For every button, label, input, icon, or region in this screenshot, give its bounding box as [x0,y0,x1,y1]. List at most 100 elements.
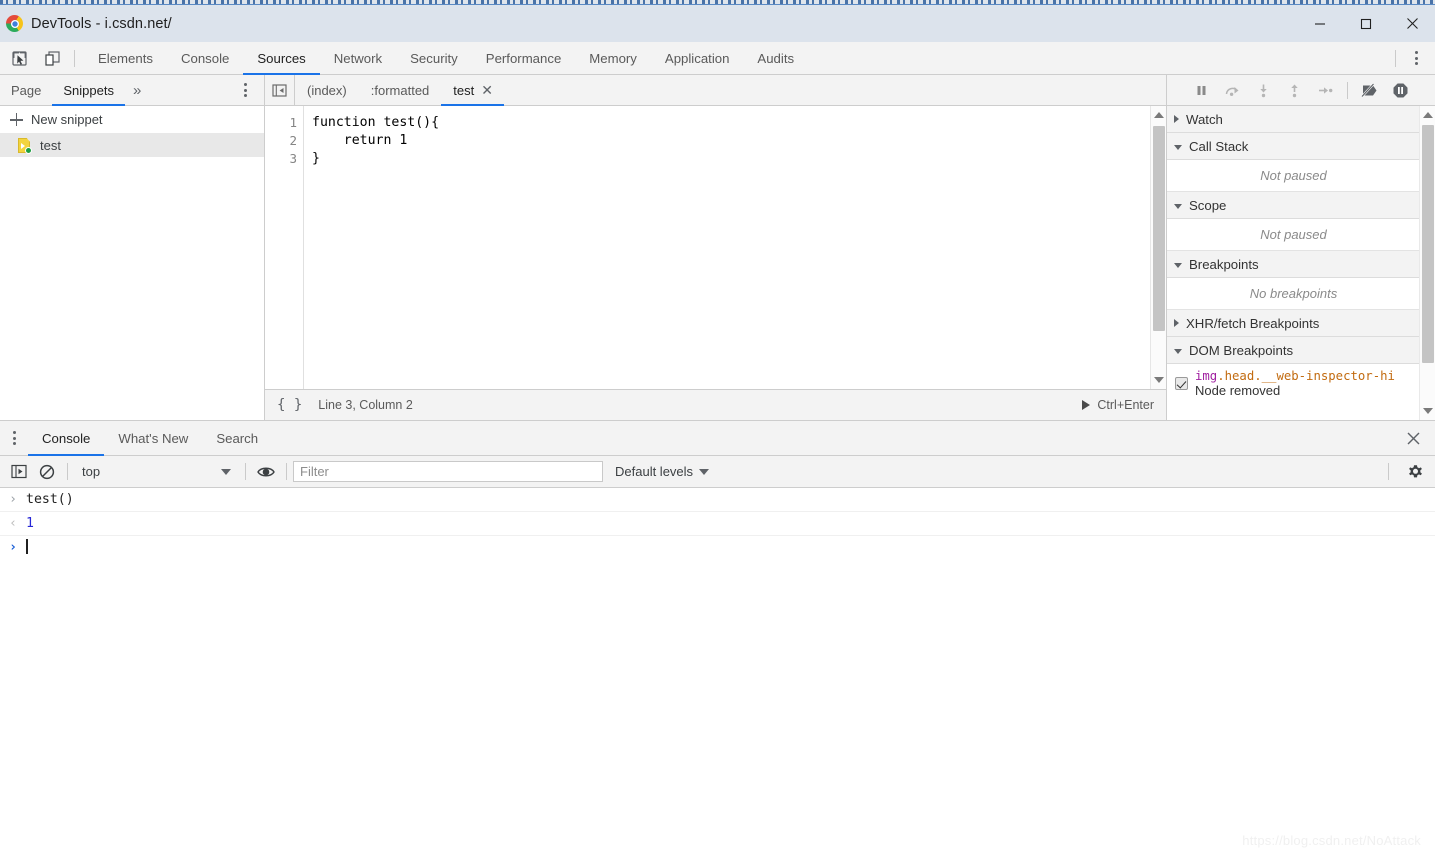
line-number: 2 [289,133,297,148]
console-settings-gear-icon[interactable] [1395,458,1435,486]
scrollbar-thumb[interactable] [1422,125,1434,363]
debugger-section-xhr-fetch-breakpoints[interactable]: XHR/fetch Breakpoints [1167,310,1420,337]
navigator-more-tabs-icon[interactable]: » [125,75,149,106]
navigator-more-options-icon[interactable] [234,77,256,103]
console-prompt-input[interactable] [26,538,28,557]
editor-tabbar: (index) :formatted test ✕ [265,74,1166,106]
debugger-section-dom-breakpoints[interactable]: DOM Breakpoints [1167,337,1420,364]
pretty-print-icon[interactable]: { } [277,397,302,413]
line-number: 1 [289,115,297,130]
step-over-next-function-call-icon[interactable] [1218,76,1247,105]
console-context-selector[interactable]: top [74,461,239,483]
pause-on-exceptions-icon[interactable] [1386,76,1415,105]
scrollbar-thumb[interactable] [1153,126,1165,331]
editor-vertical-scrollbar[interactable] [1150,106,1166,389]
console-prompt-arrow-icon: › [9,540,17,555]
editor-tab-index-label: (index) [307,82,347,98]
snippet-list-item[interactable]: test [0,134,264,157]
plus-icon [10,113,23,126]
text-caret [26,539,28,554]
navigator-tab-snippets[interactable]: Snippets [52,75,125,106]
console-toolbar-divider-4 [1388,463,1389,480]
javascript-snippet-icon [18,138,32,154]
scope-empty-message: Not paused [1167,219,1420,251]
line-number-gutter: 1 2 3 [265,106,304,389]
console-toolbar-divider-3 [286,463,287,480]
drawer-more-options-icon[interactable] [0,421,28,456]
drawer-tabbar: Console What's New Search [0,421,1435,456]
chevron-right-icon [1174,115,1179,123]
code-editor-content[interactable]: 1 2 3 function test(){ return 1 } [265,106,1166,389]
console-message-input: › test() [0,488,1435,512]
tab-performance[interactable]: Performance [472,42,576,75]
tab-sources[interactable]: Sources [243,42,321,75]
debugger-section-call-stack[interactable]: Call Stack [1167,133,1420,160]
console-toolbar-divider [67,463,68,480]
more-options-icon[interactable] [1405,45,1427,71]
drawer-tab-console[interactable]: Console [28,421,105,456]
editor-status-bar: { } Line 3, Column 2 Ctrl+Enter [265,389,1166,420]
dom-breakpoint-row[interactable]: img.head.__web-inspector-hi Node removed [1167,364,1420,401]
scroll-down-arrow-icon[interactable] [1423,408,1433,414]
debugger-section-watch[interactable]: Watch [1167,106,1420,133]
tab-audits[interactable]: Audits [743,42,808,75]
scroll-up-arrow-icon[interactable] [1423,112,1433,118]
source-editor: (index) :formatted test ✕ 1 2 3 function t… [265,74,1166,420]
code-text[interactable]: function test(){ return 1 } [304,106,1166,389]
scroll-up-arrow-icon[interactable] [1154,112,1164,118]
console-input-text: test() [26,492,74,507]
console-log-levels-selector[interactable]: Default levels [615,464,710,479]
editor-tab-formatted-label: :formatted [370,82,430,98]
debugger-sidebar: Watch Call Stack Not paused Scope Not pa… [1166,75,1435,420]
tab-elements[interactable]: Elements [84,42,167,75]
tab-network[interactable]: Network [320,42,396,75]
run-icon[interactable] [1082,400,1091,410]
navigator-tab-page[interactable]: Page [0,75,52,106]
step-out-of-current-function-icon[interactable] [1280,76,1309,105]
debugger-section-breakpoints[interactable]: Breakpoints [1167,251,1420,278]
console-filter-input[interactable] [293,461,603,482]
toolbar-divider [74,49,75,67]
sources-navigator: Page Snippets » New snippet test [0,75,265,420]
editor-tab-test[interactable]: test ✕ [441,75,505,106]
resume-script-execution-icon[interactable] [1187,76,1216,105]
tab-memory[interactable]: Memory [575,42,651,75]
sources-panel: Page Snippets » New snippet test (index)… [0,74,1435,420]
new-snippet-button[interactable]: New snippet [0,106,264,134]
step-into-next-function-call-icon[interactable] [1249,76,1278,105]
dom-breakpoint-tag: img [1195,369,1218,383]
scroll-down-arrow-icon[interactable] [1154,377,1164,383]
close-button[interactable] [1389,5,1435,42]
new-snippet-label: New snippet [31,112,103,127]
editor-tab-index[interactable]: (index) [295,75,359,106]
run-snippet-hint[interactable]: Ctrl+Enter [1082,398,1154,412]
console-toolbar-divider-2 [245,463,246,480]
chevron-right-icon [1174,319,1179,327]
editor-tab-close-icon[interactable]: ✕ [481,83,493,97]
minimize-button[interactable] [1297,5,1343,42]
device-toolbar-icon[interactable] [38,45,66,71]
drawer-tab-search[interactable]: Search [202,421,272,456]
deactivate-breakpoints-icon[interactable] [1355,76,1384,105]
drawer-tab-whats-new[interactable]: What's New [104,421,202,456]
console-prompt-row[interactable]: › [0,536,1435,559]
debugger-vertical-scrollbar[interactable] [1419,106,1435,420]
show-navigator-icon[interactable] [265,74,295,106]
console-sidebar-icon[interactable] [5,458,33,486]
maximize-button[interactable] [1343,5,1389,42]
console-toolbar-right [1382,458,1435,486]
dom-breakpoint-type: Node removed [1195,383,1281,398]
code-line: return 1 [312,133,408,148]
debugger-section-scope[interactable]: Scope [1167,192,1420,219]
step-icon[interactable] [1311,76,1340,105]
dom-breakpoint-checkbox[interactable] [1175,377,1188,390]
tab-security[interactable]: Security [396,42,472,75]
inspect-element-icon[interactable] [5,45,33,71]
tab-application[interactable]: Application [651,42,744,75]
editor-tab-formatted[interactable]: :formatted [359,75,442,106]
tab-console[interactable]: Console [167,42,243,75]
clear-console-icon[interactable] [33,458,61,486]
drawer-close-icon[interactable] [1391,421,1435,456]
live-expression-eye-icon[interactable] [252,458,280,486]
line-number: 3 [289,151,297,166]
